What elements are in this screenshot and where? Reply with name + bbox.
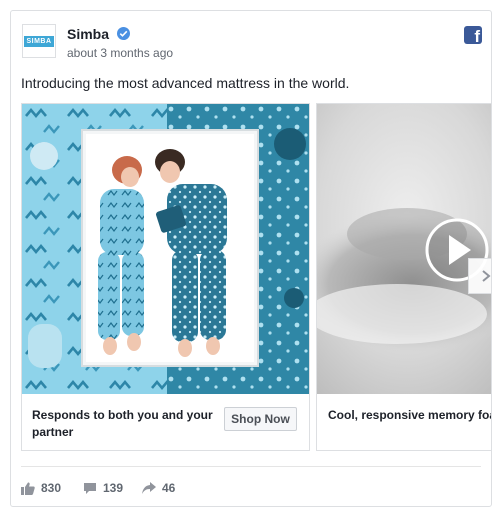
post-header: SIMBA Simba about 3 months ago f	[22, 24, 482, 66]
avatar-logo: SIMBA	[24, 35, 54, 47]
chevron-right-icon[interactable]	[468, 258, 491, 294]
carousel-card[interactable]: Cool, responsive memory foam	[316, 103, 491, 451]
card-footer: Cool, responsive memory foam	[317, 394, 491, 450]
ad-post: SIMBA Simba about 3 months ago f Introdu…	[10, 10, 492, 507]
carousel-card[interactable]: Responds to both you and your partner Sh…	[21, 103, 310, 451]
comments-count[interactable]: 139	[83, 478, 123, 498]
likes-value: 830	[41, 481, 62, 495]
share-icon	[142, 481, 156, 494]
shares-count[interactable]: 46	[142, 478, 175, 498]
page-avatar[interactable]: SIMBA	[22, 24, 56, 58]
facebook-logo-icon: f	[464, 26, 482, 44]
page-name-link[interactable]: Simba	[67, 26, 109, 42]
card-title[interactable]: Responds to both you and your partner	[32, 407, 217, 441]
ad-carousel: Responds to both you and your partner Sh…	[21, 103, 491, 453]
comments-value: 139	[103, 481, 124, 495]
card-title[interactable]: Cool, responsive memory foam	[328, 407, 491, 424]
shares-value: 46	[162, 481, 176, 495]
likes-count[interactable]: 830	[21, 478, 61, 498]
post-timestamp[interactable]: about 3 months ago	[67, 46, 173, 60]
like-icon	[21, 482, 35, 495]
shop-now-button[interactable]: Shop Now	[224, 407, 297, 431]
comment-icon	[84, 482, 96, 494]
card-image-foam[interactable]	[317, 104, 491, 394]
verified-badge-icon	[117, 27, 130, 40]
divider	[21, 466, 481, 467]
engagement-bar: 830 139 46	[21, 478, 321, 498]
card-footer: Responds to both you and your partner Sh…	[22, 394, 309, 450]
card-image-couple[interactable]	[22, 104, 309, 394]
post-caption: Introducing the most advanced mattress i…	[21, 75, 350, 91]
